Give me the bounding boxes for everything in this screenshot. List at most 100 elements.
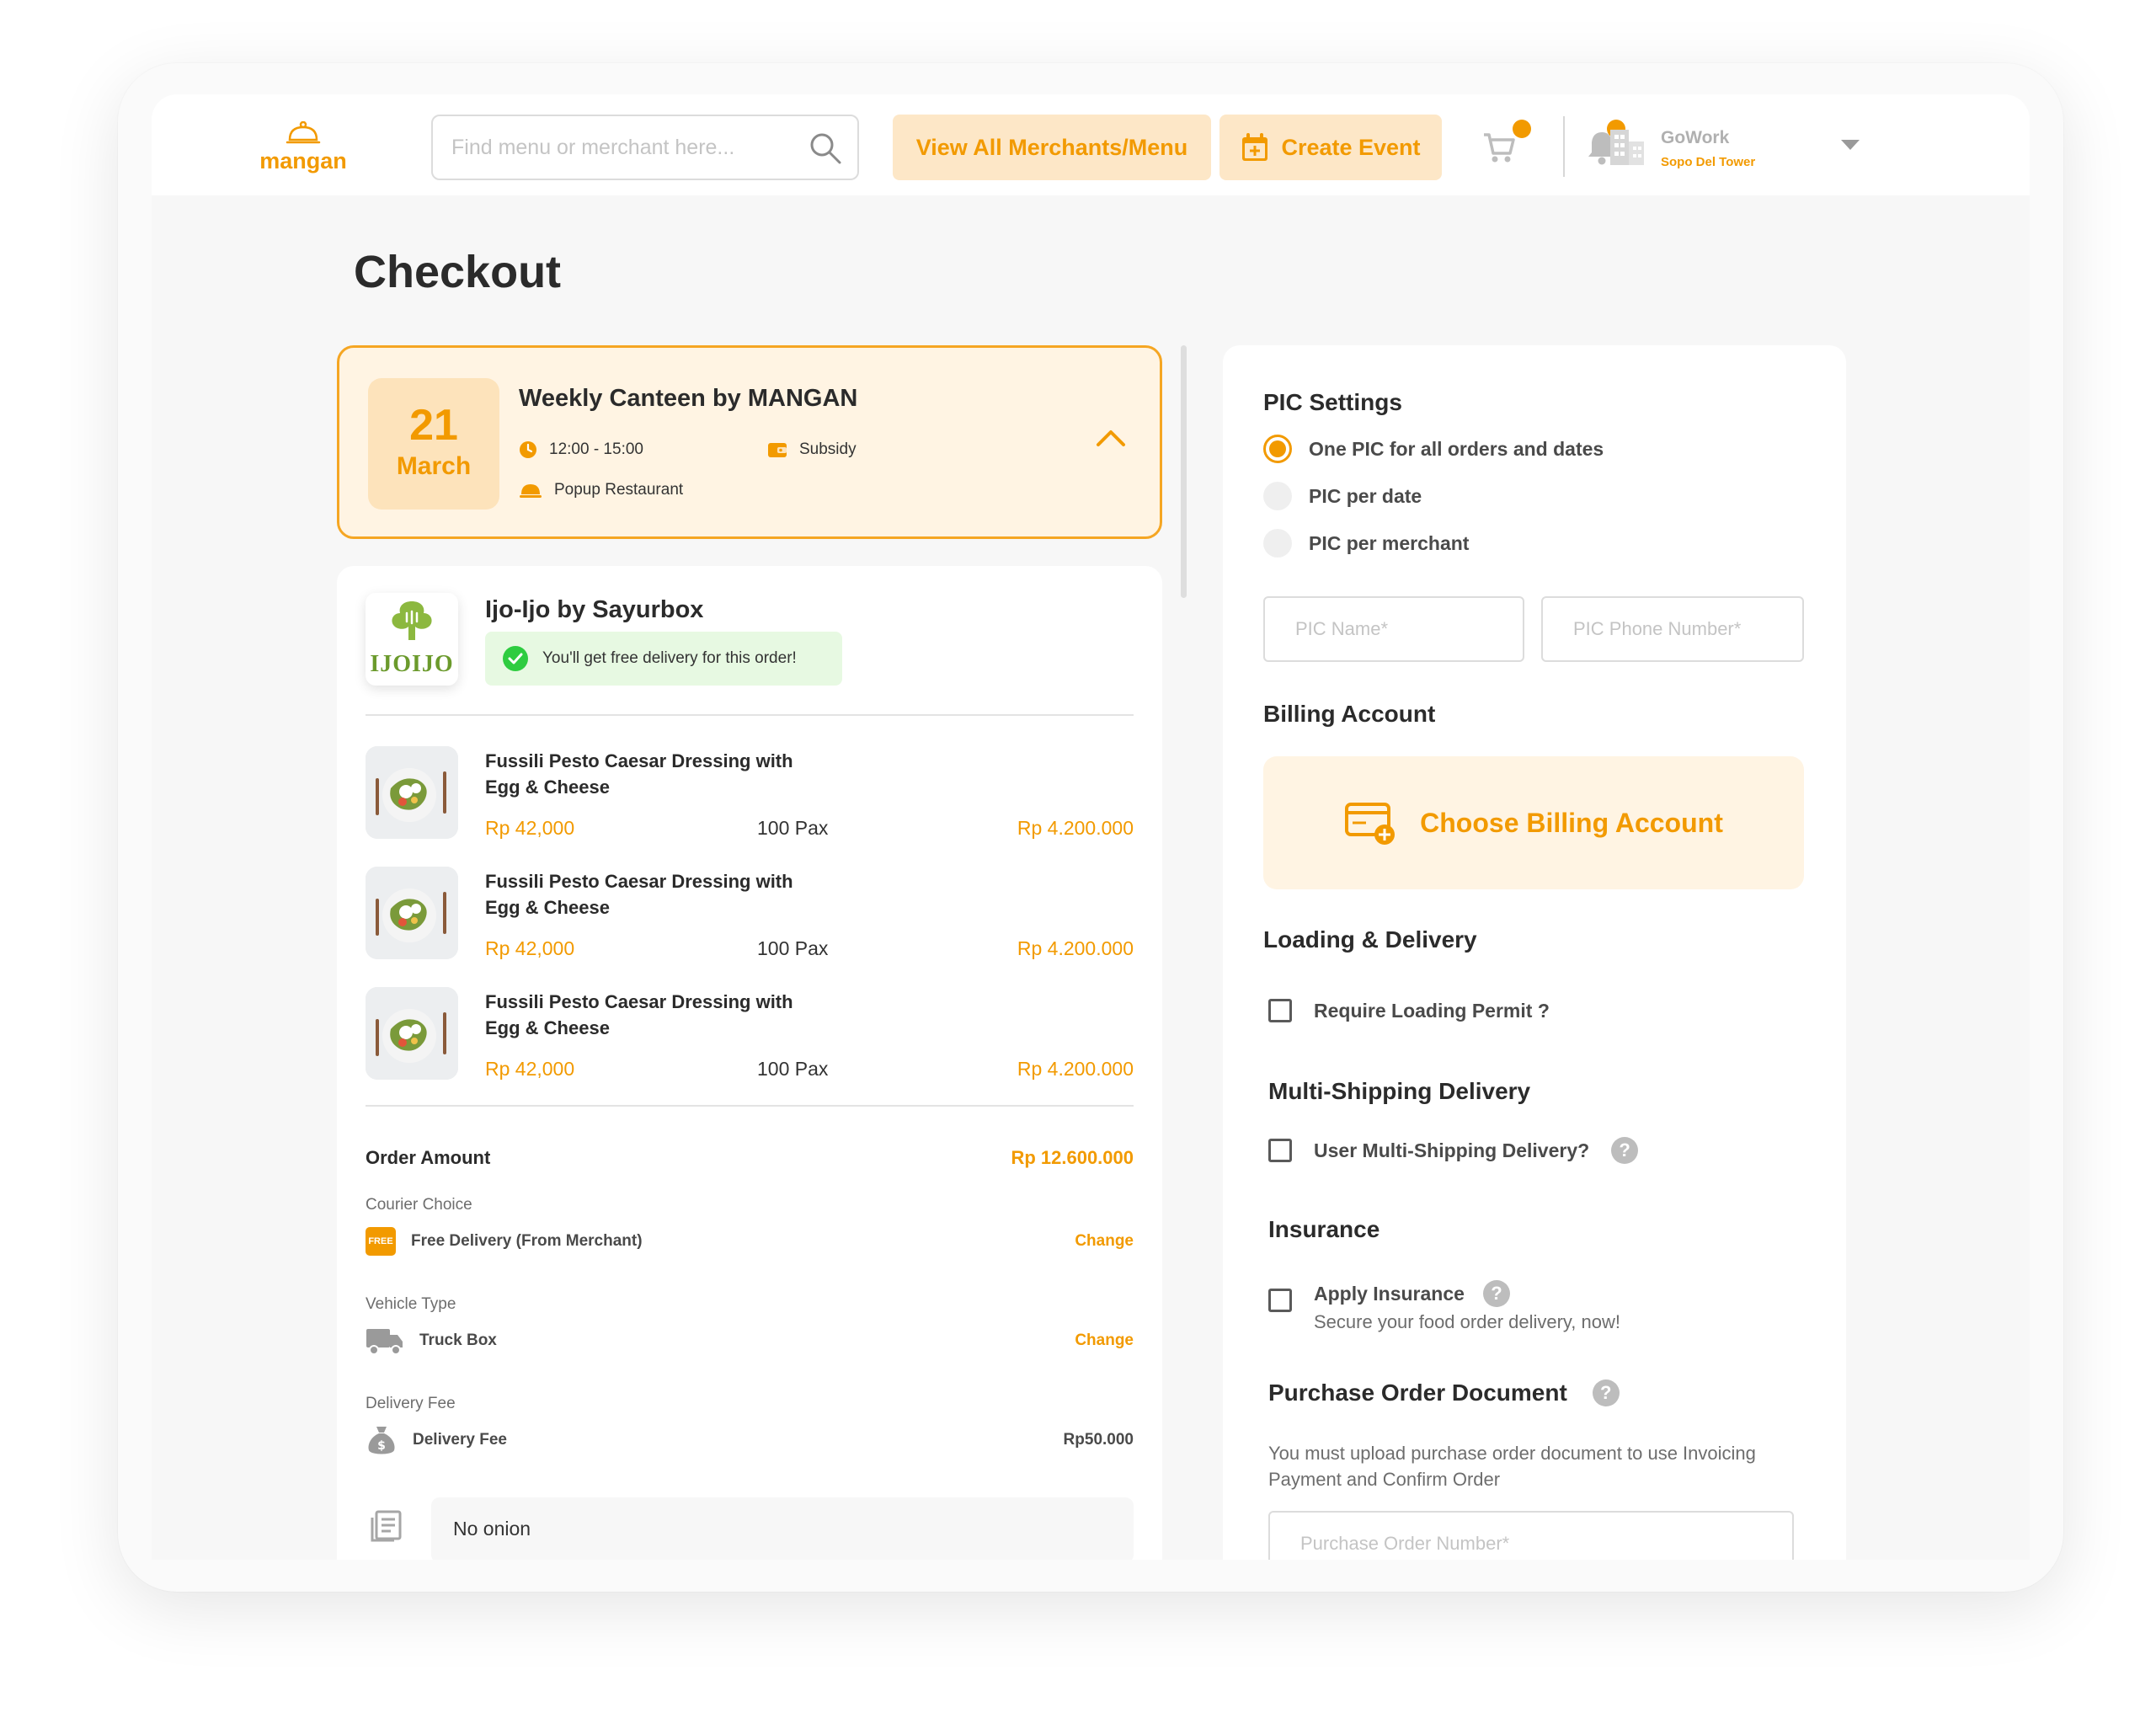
cart-notification-dot: [1513, 120, 1531, 138]
cloche-icon: [520, 484, 542, 498]
item-image: [366, 746, 458, 839]
courier-value: Free Delivery (From Merchant): [411, 1232, 643, 1250]
item-price: Rp 42,000: [485, 937, 575, 959]
item-quantity: 100 Pax: [757, 817, 829, 839]
delivery-fee-value: Rp50.000: [1063, 1431, 1134, 1449]
help-icon[interactable]: ?: [1592, 1379, 1620, 1406]
delivery-fee-name: Delivery Fee: [413, 1431, 507, 1449]
radio-unselected[interactable]: [1263, 529, 1292, 558]
insurance-title: Insurance: [1268, 1216, 1380, 1242]
loading-permit-label: Require Loading Permit ?: [1314, 999, 1550, 1022]
free-delivery-text: You'll get free delivery for this order!: [542, 649, 797, 667]
item-total: Rp 4.200.000: [1017, 817, 1134, 839]
leaf-icon: [392, 601, 432, 640]
insurance-subtext: Secure your food order delivery, now!: [1314, 1311, 1620, 1332]
pic-option-one-for-all[interactable]: One PIC for all orders and dates: [1263, 435, 1604, 463]
note-icon: [371, 1510, 402, 1542]
pic-phone-input[interactable]: [1543, 598, 1802, 660]
order-amount-value: Rp 12.600.000: [1011, 1147, 1134, 1168]
header-divider: [1563, 116, 1565, 177]
loading-delivery-title: Loading & Delivery: [1263, 926, 1477, 953]
app-logo[interactable]: mangan: [253, 121, 354, 180]
courier-row: FREE Free Delivery (From Merchant) Chang…: [366, 1225, 1134, 1258]
pic-option-label: PIC per date: [1309, 484, 1422, 507]
item-quantity: 100 Pax: [757, 937, 829, 959]
create-event-label: Create Event: [1281, 134, 1421, 160]
clock-icon: [520, 441, 536, 458]
pic-name-field: [1263, 596, 1524, 662]
pic-phone-field: [1541, 596, 1804, 662]
event-card[interactable]: 21 March Weekly Canteen by MANGAN 12:00 …: [337, 345, 1162, 539]
money-bag-icon: $: [368, 1427, 395, 1454]
chevron-down-icon[interactable]: [1841, 140, 1860, 150]
purchase-order-input[interactable]: [1270, 1513, 1792, 1560]
pic-option-label: One PIC for all orders and dates: [1309, 437, 1604, 460]
item-image: [366, 867, 458, 959]
loading-permit-checkbox[interactable]: [1268, 999, 1292, 1022]
vehicle-value: Truck Box: [419, 1331, 497, 1349]
checkout-settings-panel: PIC Settings One PIC for all orders and …: [1223, 345, 1846, 1560]
multi-shipping-checkbox-row[interactable]: User Multi-Shipping Delivery? ?: [1268, 1137, 1639, 1164]
item-name: Fussili Pesto Caesar Dressing with Egg &…: [485, 871, 793, 918]
cloche-icon: [286, 121, 321, 144]
pic-option-label: PIC per merchant: [1309, 531, 1470, 554]
calendar-plus-icon: [1242, 133, 1268, 161]
insurance-label: Apply Insurance: [1314, 1282, 1465, 1305]
pic-option-per-merchant[interactable]: PIC per merchant: [1263, 529, 1469, 558]
svg-text:$: $: [377, 1439, 386, 1453]
vehicle-row: Truck Box Change: [366, 1324, 1134, 1358]
multi-shipping-checkbox[interactable]: [1268, 1139, 1292, 1162]
app-screen: mangan View All Merchants/Menu Create Ev…: [152, 94, 2030, 1560]
radio-selected[interactable]: [1263, 435, 1292, 463]
help-icon[interactable]: ?: [1482, 1280, 1510, 1307]
help-icon[interactable]: ?: [1611, 1137, 1639, 1164]
item-name: Fussili Pesto Caesar Dressing with Egg &…: [485, 750, 793, 798]
purchase-order-title: Purchase Order Document ?: [1268, 1379, 1620, 1406]
insurance-checkbox[interactable]: [1268, 1289, 1292, 1312]
courier-label: Courier Choice: [366, 1196, 472, 1214]
order-item: Fussili Pesto Caesar Dressing with Egg &…: [366, 867, 1134, 968]
pic-option-per-date[interactable]: PIC per date: [1263, 482, 1422, 510]
truck-icon: [366, 1329, 403, 1355]
purchase-order-description: You must upload purchase order document …: [1268, 1443, 1756, 1490]
item-name: Fussili Pesto Caesar Dressing with Egg &…: [485, 991, 793, 1038]
billing-card-icon: [1345, 803, 1396, 845]
delivery-fee-row: $ Delivery Fee Rp50.000: [366, 1423, 1134, 1457]
search-input[interactable]: [451, 130, 788, 165]
merchant-logo-text: IJOIJO: [370, 651, 454, 677]
insurance-checkbox-row[interactable]: Apply Insurance ?: [1268, 1275, 1510, 1312]
free-badge-icon: FREE: [366, 1227, 396, 1256]
company-switcher[interactable]: [1598, 111, 1868, 180]
event-title: Weekly Canteen by MANGAN: [519, 385, 858, 412]
order-item: Fussili Pesto Caesar Dressing with Egg &…: [366, 746, 1134, 847]
loading-permit-checkbox-row[interactable]: Require Loading Permit ?: [1268, 999, 1550, 1022]
pic-name-input[interactable]: [1265, 598, 1523, 660]
divider: [366, 714, 1134, 716]
choose-billing-account-button[interactable]: Choose Billing Account: [1263, 756, 1804, 889]
cart-button[interactable]: [1482, 120, 1533, 168]
chevron-up-icon[interactable]: [1096, 429, 1126, 447]
item-price: Rp 42,000: [485, 817, 575, 839]
free-delivery-banner: You'll get free delivery for this order!: [485, 632, 842, 686]
cart-icon: [1484, 133, 1515, 163]
scrollbar[interactable]: [1181, 345, 1187, 598]
event-month: March: [396, 452, 472, 480]
create-event-button[interactable]: Create Event: [1219, 115, 1442, 180]
multi-shipping-title: Multi-Shipping Delivery: [1268, 1078, 1531, 1104]
order-amount-label: Order Amount: [366, 1147, 491, 1168]
search-icon[interactable]: [808, 131, 842, 165]
radio-unselected[interactable]: [1263, 482, 1292, 510]
change-courier-button[interactable]: Change: [1075, 1232, 1134, 1251]
multi-shipping-label: User Multi-Shipping Delivery?: [1314, 1139, 1590, 1161]
logo-text: mangan: [259, 148, 347, 173]
change-vehicle-button[interactable]: Change: [1075, 1331, 1134, 1350]
event-payment: Subsidy: [767, 440, 857, 459]
wallet-icon: [768, 443, 787, 457]
billing-button-label: Choose Billing Account: [1420, 807, 1723, 838]
merchant-logo: IJOIJO: [366, 593, 458, 686]
delivery-fee-label: Delivery Fee: [366, 1395, 456, 1412]
view-all-merchants-button[interactable]: View All Merchants/Menu: [893, 115, 1211, 180]
company-location: Sopo Del Tower: [1661, 155, 1756, 169]
search-box: [431, 115, 859, 180]
order-note[interactable]: No onion: [431, 1497, 1134, 1560]
